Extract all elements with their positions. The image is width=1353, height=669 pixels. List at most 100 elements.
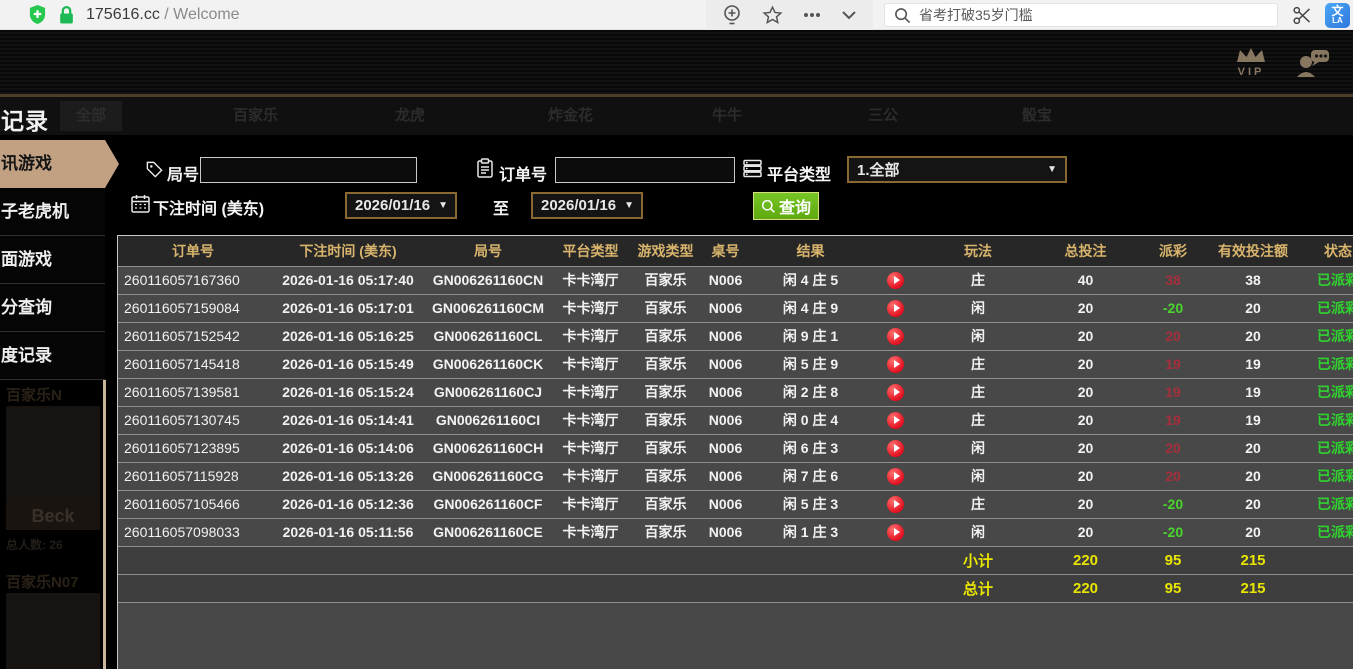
cell-platform: 卡卡湾厅 (548, 406, 633, 434)
cell-platform: 卡卡湾厅 (548, 294, 633, 322)
date-to-select[interactable]: 2026/01/16 ▼ (531, 192, 643, 219)
cell-status: 已派彩 (1298, 266, 1353, 294)
cell-round: GN006261160CH (428, 434, 548, 462)
cell-order: 260116057159084 (118, 294, 268, 322)
chevron-down-icon[interactable] (841, 10, 857, 20)
play-replay-icon[interactable] (887, 496, 904, 513)
url-text[interactable]: 175616.cc / Welcome (86, 6, 240, 24)
cell-time: 2026-01-16 05:14:41 (268, 406, 428, 434)
cell-total_bet: 40 (1033, 266, 1138, 294)
sidebar-item-label: 子老虎机 (1, 202, 69, 221)
cell-game: 百家乐 (633, 462, 698, 490)
cell-valid_bet: 20 (1208, 518, 1298, 546)
subtotal-payout: 95 (1138, 546, 1208, 574)
play-replay-icon[interactable] (887, 356, 904, 373)
cell-valid_bet: 20 (1208, 322, 1298, 350)
play-replay-icon[interactable] (887, 524, 904, 541)
cell-result: 闲 4 庄 5 (753, 266, 868, 294)
shield-plus-icon[interactable] (28, 4, 47, 25)
cell-status: 已派彩 (1298, 294, 1353, 322)
sidebar-item-label: 分查询 (1, 298, 52, 317)
customer-service-icon[interactable] (1295, 48, 1331, 78)
play-replay-icon[interactable] (887, 300, 904, 317)
subtotal-row: 小计 220 95 215 (118, 546, 1353, 574)
subtotal-label: 小计 (923, 546, 1033, 574)
favorites-star-icon[interactable] (762, 5, 783, 26)
vip-button[interactable]: VIP (1233, 46, 1269, 78)
cell-table_no: N006 (698, 406, 753, 434)
translate-icon[interactable]: 文LA (1325, 3, 1350, 28)
cell-game: 百家乐 (633, 518, 698, 546)
platform-list-icon (743, 159, 762, 178)
game-card-title: 百家乐N07 (6, 571, 100, 593)
cell-platform: 卡卡湾厅 (548, 322, 633, 350)
cell-payout: 20 (1138, 322, 1208, 350)
sidebar-item-video-games[interactable]: 讯游戏 (0, 140, 105, 188)
sidebar-item-points-query[interactable]: 分查询 (0, 284, 105, 332)
cell-time: 2026-01-16 05:15:49 (268, 350, 428, 378)
order-no-input[interactable] (555, 157, 735, 183)
cell-play_type: 闲 (923, 294, 1033, 322)
table-row: 2601160571307452026-01-16 05:14:41GN0062… (118, 406, 1353, 434)
dim-tab: 骰宝 (1022, 101, 1052, 131)
play-replay-icon[interactable] (887, 412, 904, 429)
search-icon (894, 7, 911, 24)
col-play-type: 玩法 (923, 236, 1033, 266)
cell-time: 2026-01-16 05:17:01 (268, 294, 428, 322)
more-ellipsis-icon[interactable] (803, 12, 821, 18)
col-table-no: 桌号 (698, 236, 753, 266)
browser-bar: 175616.cc / Welcome 省考打破35岁门槛 (0, 0, 1353, 30)
cell-game: 百家乐 (633, 434, 698, 462)
cell-time: 2026-01-16 05:17:40 (268, 266, 428, 294)
cell-table_no: N006 (698, 378, 753, 406)
cell-total_bet: 20 (1033, 434, 1138, 462)
cell-total_bet: 20 (1033, 518, 1138, 546)
col-payout: 派彩 (1138, 236, 1208, 266)
cell-round: GN006261160CI (428, 406, 548, 434)
main-panel: 局号 订单号 平台类型 1.全部 ▼ 下注时间 (美东) 2026/01/16 (105, 135, 1353, 669)
play-replay-icon[interactable] (887, 272, 904, 289)
sidebar-item-quota-records[interactable]: 度记录 (0, 332, 105, 380)
sidebar-item-slots[interactable]: 子老虎机 (0, 188, 105, 236)
platform-type-select[interactable]: 1.全部 ▼ (847, 156, 1067, 183)
table-row: 2601160571590842026-01-16 05:17:01GN0062… (118, 294, 1353, 322)
browser-tools (706, 0, 873, 30)
cell-play_type: 庄 (923, 350, 1033, 378)
dealer-name: Beck (6, 502, 100, 530)
clipboard-icon (477, 158, 493, 178)
table-row: 2601160571238952026-01-16 05:14:06GN0062… (118, 434, 1353, 462)
cell-total_bet: 20 (1033, 294, 1138, 322)
play-replay-icon[interactable] (887, 328, 904, 345)
play-replay-icon[interactable] (887, 440, 904, 457)
date-from-select[interactable]: 2026/01/16 ▼ (345, 192, 457, 219)
page-title: 记录 (1, 102, 49, 135)
total-valid-bet: 215 (1208, 574, 1298, 602)
scissors-icon[interactable] (1292, 5, 1313, 26)
cell-result: 闲 5 庄 9 (753, 350, 868, 378)
browser-search[interactable]: 省考打破35岁门槛 (884, 3, 1278, 27)
round-no-input[interactable] (200, 157, 417, 183)
query-button[interactable]: 查询 (753, 192, 819, 220)
play-replay-icon[interactable] (887, 384, 904, 401)
body-area: 讯游戏 子老虎机 面游戏 分查询 度记录 百家乐N Beck 总人数: 26 百… (0, 135, 1353, 669)
cell-play_type: 闲 (923, 322, 1033, 350)
cell-play_type: 庄 (923, 406, 1033, 434)
cell-play_type: 闲 (923, 518, 1033, 546)
play-replay-icon[interactable] (887, 468, 904, 485)
col-valid-bet: 有效投注额 (1208, 236, 1298, 266)
game-card: 百家乐N07 (6, 571, 100, 669)
sidebar-item-table-games[interactable]: 面游戏 (0, 236, 105, 284)
reader-mode-icon[interactable] (722, 4, 742, 26)
cell-order: 260116057167360 (118, 266, 268, 294)
total-row: 总计 220 95 215 (118, 574, 1353, 602)
cell-payout: -20 (1138, 490, 1208, 518)
lock-icon[interactable] (59, 5, 74, 24)
query-button-label: 查询 (779, 194, 811, 218)
cell-payout: 19 (1138, 406, 1208, 434)
cell-game: 百家乐 (633, 266, 698, 294)
cell-valid_bet: 20 (1208, 490, 1298, 518)
cell-round: GN006261160CE (428, 518, 548, 546)
cell-valid_bet: 19 (1208, 406, 1298, 434)
dropdown-arrow-icon: ▼ (624, 200, 634, 211)
cell-game: 百家乐 (633, 490, 698, 518)
